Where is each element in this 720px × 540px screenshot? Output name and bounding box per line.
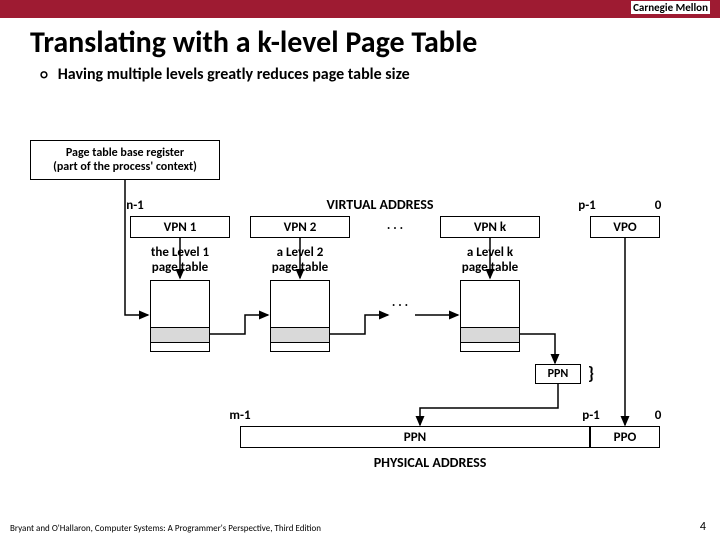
- levelk-entry: [460, 327, 520, 343]
- level2-table: [270, 280, 330, 352]
- diagram-canvas: Page table base register (part of the pr…: [0, 120, 720, 490]
- bit-0-top: 0: [648, 198, 668, 213]
- ppn-field: PPN: [240, 426, 590, 448]
- bit-0-bot: 0: [648, 408, 668, 423]
- ppo-field: PPO: [590, 426, 660, 448]
- lvlk-label: a Level k page table: [440, 246, 540, 276]
- level1-entry: [150, 327, 210, 343]
- brace: }: [584, 362, 598, 384]
- level1-table: [150, 280, 210, 352]
- lvl2-label: a Level 2 page table: [250, 246, 350, 276]
- vpo-field: VPO: [590, 216, 660, 238]
- header-bar: Carnegie Mellon: [0, 0, 720, 18]
- pa-title: PHYSICAL ADDRESS: [330, 454, 530, 471]
- level2-entry: [270, 327, 330, 343]
- vpnk-field: VPN k: [440, 216, 540, 238]
- ptbr-box: Page table base register (part of the pr…: [30, 140, 220, 180]
- bit-n1: n-1: [120, 198, 150, 213]
- lvl1-label: the Level 1 page table: [130, 246, 230, 276]
- bullet-line: ○ Having multiple levels greatly reduces…: [40, 65, 720, 84]
- tables-dots: . . .: [370, 295, 430, 310]
- vpn1-field: VPN 1: [130, 216, 230, 238]
- footer-text: Bryant and O'Hallaron, Computer Systems:…: [10, 523, 321, 534]
- va-dots: . . .: [365, 218, 425, 233]
- bit-p1-bot: p-1: [576, 408, 606, 423]
- institution-label: Carnegie Mellon: [631, 1, 710, 14]
- page-number: 4: [700, 520, 706, 534]
- bit-m1: m-1: [225, 408, 255, 423]
- vpn2-field: VPN 2: [250, 216, 350, 238]
- bit-p1-top: p-1: [572, 198, 602, 213]
- ppn-small-box: PPN: [535, 364, 581, 384]
- bullet-text: Having multiple levels greatly reduces p…: [58, 65, 410, 84]
- va-title: VIRTUAL ADDRESS: [280, 196, 480, 213]
- levelk-table: [460, 280, 520, 352]
- slide-title: Translating with a k-level Page Table: [30, 24, 720, 61]
- bullet-icon: ○: [40, 66, 48, 83]
